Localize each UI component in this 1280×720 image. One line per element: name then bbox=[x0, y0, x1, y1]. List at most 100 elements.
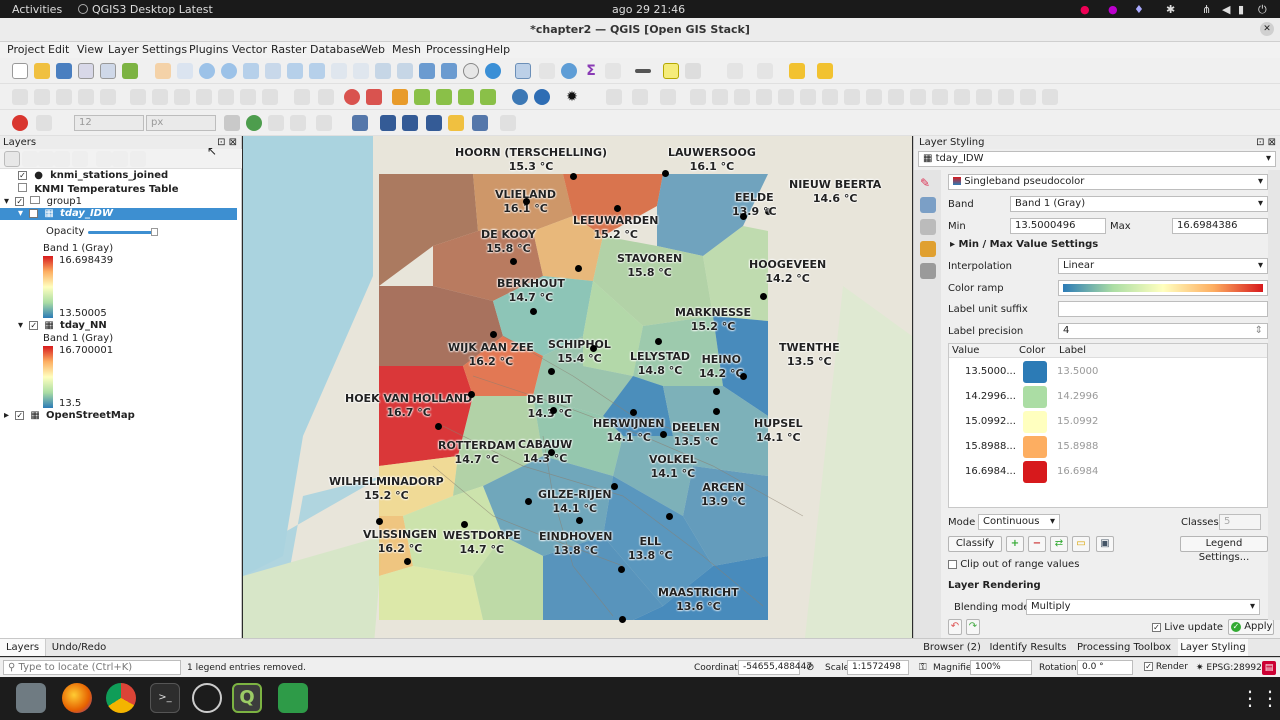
load-file-icon[interactable]: ▭ bbox=[1072, 536, 1090, 552]
font-size-unit-select[interactable]: px bbox=[146, 115, 216, 131]
locator-input[interactable]: ⚲ Type to locate (Ctrl+K) bbox=[3, 660, 181, 675]
render-checkbox[interactable]: ✓ Render bbox=[1144, 662, 1188, 672]
histogram-tab-icon[interactable] bbox=[920, 219, 936, 235]
temporal-icon[interactable] bbox=[463, 63, 479, 79]
pan-icon[interactable] bbox=[155, 63, 171, 79]
station-point[interactable] bbox=[619, 616, 626, 623]
reverse-order-icon[interactable]: ⇄ bbox=[1050, 536, 1068, 552]
magnifier-input[interactable]: 100% bbox=[970, 660, 1032, 675]
filter-legend-icon[interactable] bbox=[54, 151, 70, 167]
microphone-icon[interactable]: ♦ bbox=[1134, 3, 1144, 16]
modify-attributes-icon[interactable] bbox=[130, 89, 146, 105]
tray-icon-1[interactable]: ● bbox=[1080, 3, 1090, 16]
tracing-icon[interactable] bbox=[1042, 89, 1058, 105]
save-file-icon[interactable]: ▣ bbox=[1096, 536, 1114, 552]
text-annotation-icon[interactable] bbox=[757, 63, 773, 79]
station-point[interactable] bbox=[510, 258, 517, 265]
zoom-full-icon[interactable] bbox=[243, 63, 259, 79]
layer-item-knmi-stations[interactable]: ✓ ● knmi_stations_joined bbox=[18, 170, 168, 182]
terminal-icon[interactable]: >_ bbox=[150, 683, 180, 713]
show-bookmarks-icon[interactable] bbox=[441, 63, 457, 79]
save-edits-icon[interactable] bbox=[56, 89, 72, 105]
trim-extend-icon[interactable] bbox=[998, 89, 1014, 105]
paste-icon[interactable] bbox=[218, 89, 234, 105]
manage-themes-icon[interactable] bbox=[38, 151, 54, 167]
menu-database[interactable]: Database bbox=[310, 43, 363, 56]
offset-curve-icon[interactable] bbox=[844, 89, 860, 105]
menu-settings[interactable]: Settings bbox=[142, 43, 187, 56]
color-table-row[interactable]: 13.5000... 13.5000 bbox=[949, 360, 1267, 384]
label-pin-icon[interactable] bbox=[318, 89, 334, 105]
plugin-reload-icon[interactable] bbox=[534, 89, 550, 105]
settings-gear-icon[interactable] bbox=[561, 63, 577, 79]
station-point[interactable] bbox=[614, 205, 621, 212]
station-point[interactable] bbox=[655, 338, 662, 345]
station-point[interactable] bbox=[630, 409, 637, 416]
reshape-icon[interactable] bbox=[822, 89, 838, 105]
text-format-icon[interactable] bbox=[352, 115, 368, 131]
measure-icon[interactable] bbox=[635, 69, 651, 73]
menu-raster[interactable]: Raster bbox=[271, 43, 306, 56]
symbology-brush-icon[interactable]: ✎ bbox=[920, 175, 936, 191]
refresh-icon[interactable] bbox=[485, 63, 501, 79]
map-canvas[interactable]: HOORN (TERSCHELLING) 15.3 °C LAUWERSOOG 16.… bbox=[243, 136, 912, 656]
deselect-icon[interactable] bbox=[817, 63, 833, 79]
vertex-tool-icon[interactable] bbox=[100, 89, 116, 105]
spreadsheet-icon[interactable] bbox=[278, 683, 308, 713]
undo-icon[interactable] bbox=[240, 89, 256, 105]
select-move-icon[interactable] bbox=[380, 115, 396, 131]
merge-features-icon[interactable] bbox=[910, 89, 926, 105]
delete-part-icon[interactable] bbox=[800, 89, 816, 105]
node-tool-icon[interactable] bbox=[290, 115, 306, 131]
filter-expression-icon[interactable] bbox=[72, 151, 88, 167]
expand-all-icon[interactable] bbox=[96, 151, 112, 167]
panel-close-icon[interactable]: ⊡ ⊠ bbox=[217, 136, 237, 149]
tray-icon-2[interactable]: ● bbox=[1108, 3, 1118, 16]
new-project-icon[interactable] bbox=[12, 63, 28, 79]
digitize-icon[interactable] bbox=[606, 89, 622, 105]
max-input[interactable]: 16.6984386 bbox=[1172, 218, 1268, 234]
offset-point-icon[interactable] bbox=[976, 89, 992, 105]
obs-icon[interactable] bbox=[192, 683, 222, 713]
menu-project[interactable]: Project bbox=[7, 43, 45, 56]
interpolation-select[interactable]: Linear ▾ bbox=[1058, 258, 1268, 274]
checkbox[interactable] bbox=[948, 559, 957, 569]
band-select[interactable]: Band 1 (Gray) ▾ bbox=[1010, 196, 1268, 212]
color-ramp-button[interactable] bbox=[1058, 280, 1268, 296]
select-features-icon[interactable] bbox=[789, 63, 805, 79]
station-point[interactable] bbox=[570, 173, 577, 180]
shape-tool-icon[interactable] bbox=[316, 115, 332, 131]
redo-style-icon[interactable]: ↷ bbox=[966, 619, 980, 635]
annotation-icon[interactable] bbox=[224, 115, 240, 131]
fill-ring-icon[interactable] bbox=[756, 89, 772, 105]
locator-icon[interactable] bbox=[268, 115, 284, 131]
color-table-row[interactable]: 16.6984... 16.6984 bbox=[949, 460, 1267, 484]
collapse-arrow-icon[interactable]: ▾ bbox=[18, 208, 23, 219]
station-point[interactable] bbox=[548, 368, 555, 375]
row-color-swatch[interactable] bbox=[1023, 386, 1047, 408]
station-point[interactable] bbox=[590, 345, 597, 352]
zoom-out-icon[interactable] bbox=[221, 63, 237, 79]
undo-style-icon[interactable]: ↶ bbox=[948, 619, 962, 635]
station-point[interactable] bbox=[525, 498, 532, 505]
tab-layer-styling[interactable]: Layer Styling bbox=[1178, 639, 1248, 656]
station-point[interactable] bbox=[575, 265, 582, 272]
layer-item-openstreetmap[interactable]: ▸ ✓ ▦ OpenStreetMap bbox=[4, 410, 135, 422]
rotation-input[interactable]: 0.0 ° bbox=[1077, 660, 1133, 675]
classes-spinbox[interactable]: 5 bbox=[1219, 514, 1261, 530]
label-suffix-input[interactable] bbox=[1058, 301, 1268, 317]
app-grid-icon[interactable]: ⋮⋮⋮ bbox=[1240, 683, 1280, 713]
volume-icon[interactable]: ◀ bbox=[1222, 3, 1230, 16]
add-ring-icon[interactable] bbox=[712, 89, 728, 105]
row-color-swatch[interactable] bbox=[1023, 411, 1047, 433]
advanced-edit-icon[interactable] bbox=[632, 89, 648, 105]
station-point[interactable] bbox=[740, 373, 747, 380]
font-size-input[interactable]: 12 bbox=[74, 115, 144, 131]
copy-icon[interactable] bbox=[196, 89, 212, 105]
legend-settings-button[interactable]: Legend Settings... bbox=[1180, 536, 1268, 563]
app-menu[interactable]: QGIS3 Desktop Latest bbox=[92, 3, 213, 16]
save-as-icon[interactable] bbox=[78, 63, 94, 79]
menu-view[interactable]: View bbox=[77, 43, 103, 56]
add-part-icon[interactable] bbox=[734, 89, 750, 105]
show-hide-labels-icon[interactable] bbox=[458, 89, 474, 105]
